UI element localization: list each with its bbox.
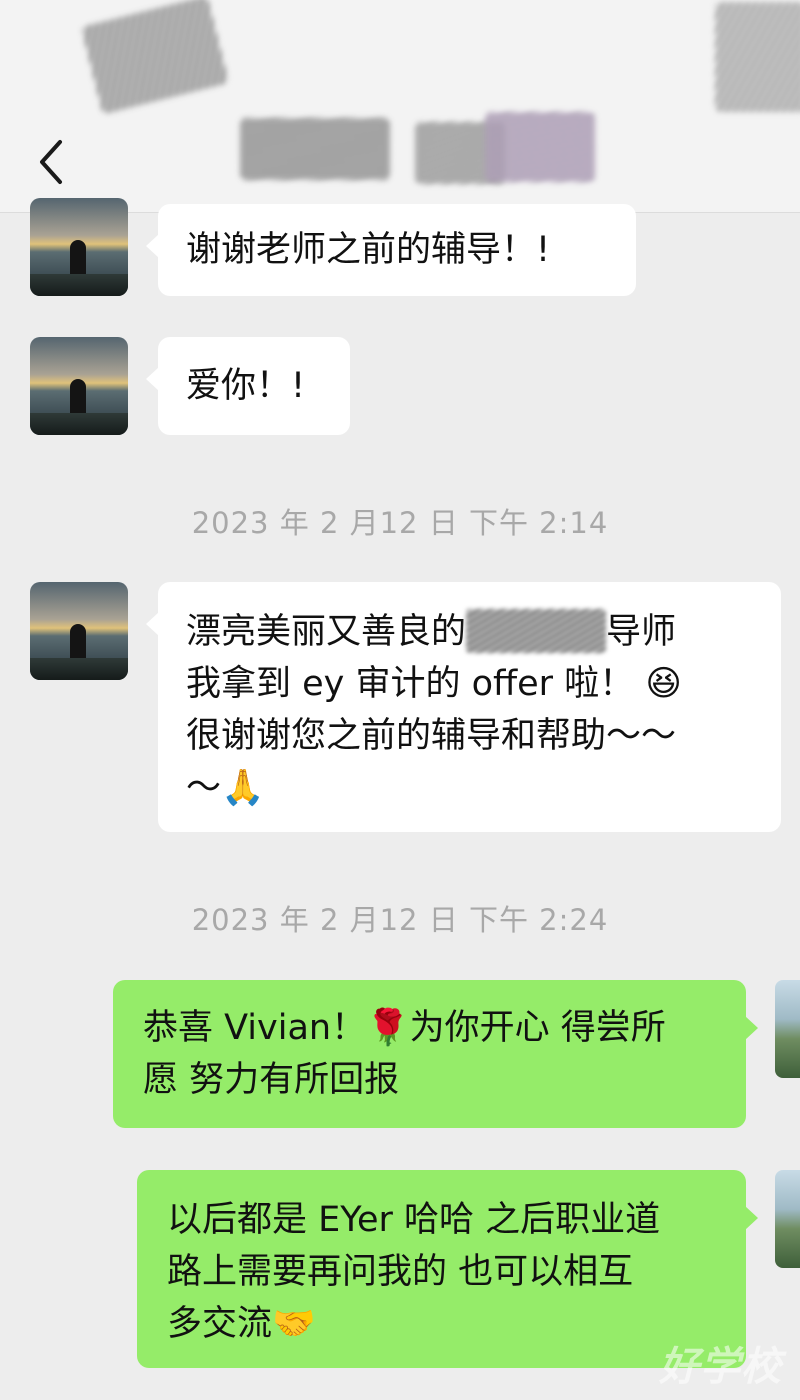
message-text: 以后都是 EYer 哈哈 之后职业道 路上需要再问我的 也可以相互 多交流🤝 [167,1200,661,1344]
chevron-left-icon [40,140,62,184]
contact-avatar[interactable] [30,198,128,296]
message-text: 恭喜 Vivian！🌹为你开心 得尝所 愿 努力有所回报 [143,1008,666,1100]
incoming-message-bubble[interactable]: 漂亮美丽又善良的 导师 我拿到 ey 审计的 offer 啦！ 😆 很谢谢您之前的… [146,582,781,832]
incoming-message-bubble[interactable]: 谢谢老师之前的辅导！! [146,204,636,296]
outgoing-message-bubble[interactable]: 以后都是 EYer 哈哈 之后职业道 路上需要再问我的 也可以相互 多交流🤝 [137,1170,758,1368]
contact-avatar[interactable] [30,337,128,435]
redaction-scribble [81,0,229,115]
message-text: 谢谢老师之前的辅导！! [186,230,551,270]
watermark-logo: 好学校 [659,1344,782,1390]
message-text: 漂亮美丽又善良的 [186,612,467,652]
redacted-name [466,609,607,653]
message-timestamp: 2023 年 2 月12 日 下午 2:24 [191,903,609,937]
message-timestamp: 2023 年 2 月12 日 下午 2:14 [191,506,609,540]
redacted-contact-name [240,118,390,180]
my-avatar[interactable] [775,1170,800,1268]
outgoing-message-bubble[interactable]: 恭喜 Vivian！🌹为你开心 得尝所 愿 努力有所回报 [113,980,758,1128]
my-avatar[interactable] [775,980,800,1078]
chat-header [0,0,800,213]
message-text: 爱你！! [186,366,306,406]
back-button[interactable] [30,130,80,190]
contact-avatar[interactable] [30,582,128,680]
redaction-scribble [485,112,595,182]
redaction-scribble [715,2,800,112]
incoming-message-bubble[interactable]: 爱你！! [146,337,350,435]
